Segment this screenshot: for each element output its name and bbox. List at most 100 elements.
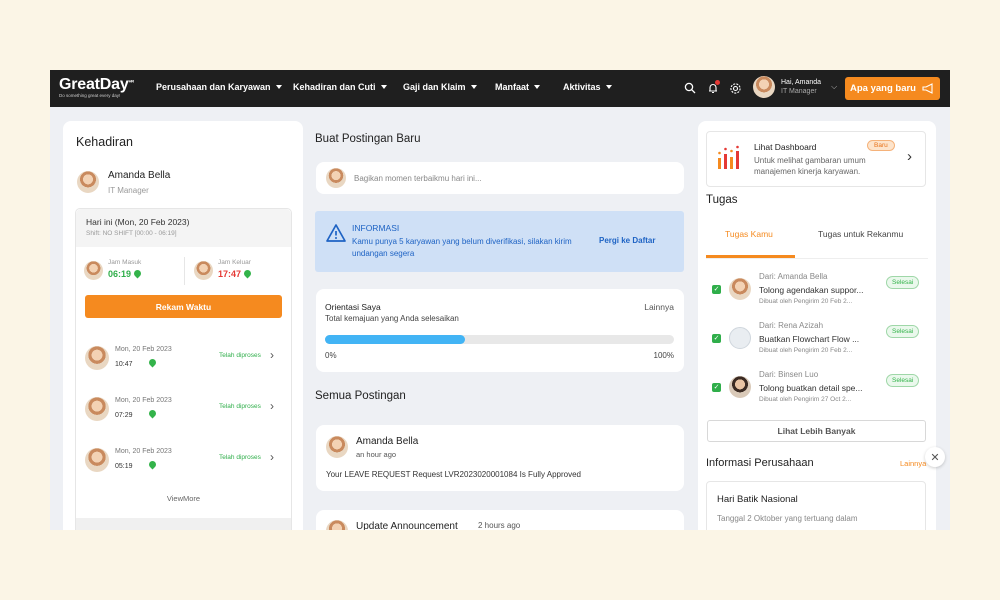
record-photo [85,448,109,472]
info-text: Kamu punya 5 karyawan yang belum diverif… [352,237,572,258]
tab-my-tasks[interactable]: Tugas Kamu [706,229,773,239]
attendance-record-row[interactable]: Mon, 20 Feb 2023 10:47 Telah diproses › [85,344,282,378]
profile-avatar [77,171,99,193]
location-pin-icon [132,268,142,279]
info-banner: INFORMASI Kamu punya 5 karyawan yang bel… [315,211,684,272]
chevron-right-icon: › [270,348,274,362]
nav-perusahaan-karyawan[interactable]: Perusahaan dan Karyawan [156,82,282,92]
company-info-item[interactable]: Hari Batik Nasional Tanggal 2 Oktober ya… [706,481,926,530]
orientation-title: Orientasi Saya [325,302,381,312]
location-pin-icon [147,357,158,368]
clock-out-block: Jam Keluar 17:47 [194,259,252,280]
task-from: Dari: Amanda Bella [759,272,828,281]
greatday-logo[interactable]: GreatDayHR Do something great every day! [59,76,134,98]
attendance-record-row[interactable]: Mon, 20 Feb 2023 07:29 Telah diproses › [85,395,282,429]
task-meta: Dibuat oleh Pengirim 27 Oct 2... [759,396,852,403]
checkbox-checked-icon[interactable]: ✓ [712,285,721,294]
top-navigation-bar: GreatDayHR Do something great every day!… [50,70,950,107]
record-time: 07:29 [115,412,133,419]
clock-out-photo [194,261,213,280]
search-icon[interactable] [682,80,698,96]
clock-out-time: 17:47 [218,269,242,279]
info-title: INFORMASI [352,223,400,233]
nav-manfaat[interactable]: Manfaat [495,82,541,92]
close-icon[interactable]: ✕ [925,447,945,467]
nav-gaji-klaim[interactable]: Gaji dan Klaim [403,82,477,92]
shift-info: Shift: NO SHIFT [00:00 - 06:19] [86,230,177,237]
poster-avatar [326,168,346,188]
task-sender-avatar [729,376,751,398]
bell-icon[interactable] [705,80,721,96]
attendance-record-row[interactable]: Mon, 20 Feb 2023 05:19 Telah diproses › [85,446,282,480]
task-status-badge: Selesai [886,276,920,289]
caret-down-icon [380,85,387,89]
app-frame: GreatDayHR Do something great every day!… [50,70,950,530]
chevron-right-icon: › [270,450,274,464]
task-title: Buatkan Flowchart Flow ... [759,334,860,344]
gear-icon[interactable] [727,80,743,96]
record-status: Telah diproses [219,352,261,359]
whats-new-label: Apa yang baru [850,83,916,94]
task-item[interactable]: ✓ Dari: Amanda Bella Tolong agendakan su… [706,269,928,311]
post-card[interactable]: Amanda Bella an hour ago Your LEAVE REQU… [316,425,684,491]
nav-kehadiran-cuti[interactable]: Kehadiran dan Cuti [293,82,387,92]
nav-label: Perusahaan dan Karyawan [156,82,271,92]
dashboard-card[interactable]: Lihat Dashboard Baru Untuk melihat gamba… [706,131,926,187]
logo-superscript: HR [128,78,135,84]
whats-new-button[interactable]: Apa yang baru [845,77,940,100]
see-more-tasks-button[interactable]: Lihat Lebih Banyak [707,420,926,442]
record-photo [85,397,109,421]
bar-chart-icon [718,145,739,169]
orientation-more-link[interactable]: Lainnya [644,302,674,312]
caret-down-icon [275,85,282,89]
task-meta: Dibuat oleh Pengirim 20 Feb 2... [759,298,853,305]
new-badge: Baru [867,140,895,151]
company-info-more-link[interactable]: Lainnya [900,459,926,468]
task-title: Tolong agendakan suppor... [759,285,864,295]
clock-in-time: 06:19 [108,269,132,279]
tab-colleague-tasks[interactable]: Tugas untuk Rekanmu [818,229,903,239]
progress-max-label: 100% [653,351,674,360]
chevron-right-icon: › [270,399,274,413]
record-status: Telah diproses [219,454,261,461]
go-to-list-link[interactable]: Pergi ke Daftar [599,236,655,245]
view-more-link[interactable]: ViewMore [76,494,291,503]
location-pin-icon [242,268,252,279]
warning-icon [326,224,346,242]
location-pin-icon [147,459,158,470]
user-avatar [753,76,775,98]
checkbox-checked-icon[interactable]: ✓ [712,383,721,392]
all-posts-title: Semua Postingan [315,390,406,402]
megaphone-icon [922,83,933,94]
task-item[interactable]: ✓ Dari: Rena Azizah Buatkan Flowchart Fl… [706,318,928,360]
location-pin-icon [147,408,158,419]
nav-aktivitas[interactable]: Aktivitas [563,82,612,92]
task-status-badge: Selesai [886,325,920,338]
company-info-item-title: Hari Batik Nasional [717,494,798,505]
task-from: Dari: Rena Azizah [759,321,824,330]
chevron-right-icon: › [907,148,912,165]
task-item[interactable]: ✓ Dari: Binsen Luo Tolong buatkan detail… [706,367,928,409]
orientation-progress-fill [325,335,465,344]
orientation-card: Orientasi Saya Lainnya Total kemajuan ya… [316,289,684,372]
user-menu[interactable]: Hai, Amanda IT Manager ⌵ [753,76,837,98]
orientation-subtitle: Total kemajuan yang Anda selesaikan [325,314,459,323]
record-date: Mon, 20 Feb 2023 [115,397,172,404]
logo-text: GreatDay [59,76,129,93]
new-post-input[interactable]: Bagikan momen terbaikmu hari ini... [316,162,684,194]
chevron-down-icon: ⌵ [831,82,838,91]
record-time-button[interactable]: Rekam Waktu [85,295,282,318]
company-info-item-text: Tanggal 2 Oktober yang tertuang dalam [717,514,858,523]
attendance-card: Kehadiran Amanda Bella IT Manager Hari i… [63,121,303,530]
post-author: Update Announcement [356,521,458,530]
post-time: an hour ago [356,450,397,459]
record-time: 10:47 [115,361,133,368]
record-status: Telah diproses [219,403,261,410]
task-meta: Dibuat oleh Pengirim 20 Feb 2... [759,347,853,354]
clock-in-label: Jam Masuk [108,259,142,266]
checkbox-checked-icon[interactable]: ✓ [712,334,721,343]
task-status-badge: Selesai [886,374,920,387]
post-card[interactable]: Update Announcement 2 hours ago [316,510,684,530]
profile-role: IT Manager [108,186,149,195]
default-avatar-icon [729,327,751,349]
